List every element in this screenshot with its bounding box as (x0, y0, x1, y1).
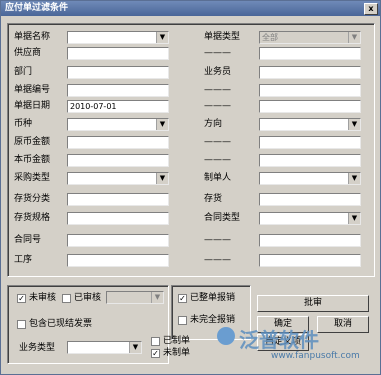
right-field-label-12: ——— (204, 255, 231, 265)
not-made-checkbox[interactable]: ✓ (151, 349, 160, 358)
left-field-input-1[interactable] (67, 47, 169, 60)
right-field-input-11[interactable] (259, 234, 361, 247)
left-field-input-6[interactable] (67, 136, 169, 149)
left-field-label-6: 原币金额 (14, 137, 51, 147)
left-field-label-5: 币种 (14, 119, 33, 129)
left-field-label-2: 部门 (14, 67, 33, 77)
unaudited-label: 未审核 (29, 293, 57, 303)
right-field-label-5: 方向 (204, 119, 223, 129)
right-field-input-4[interactable] (259, 100, 361, 113)
cancel-button[interactable]: 取消 (317, 316, 369, 333)
batch-audit-button[interactable]: 批审 (257, 295, 369, 312)
chevron-down-icon[interactable]: ▼ (348, 213, 360, 224)
biz-type-label: 业务类型 (19, 343, 56, 353)
right-field-input-2[interactable] (259, 66, 361, 79)
left-field-input-3[interactable] (67, 84, 169, 97)
left-field-input-8[interactable]: ▼ (67, 172, 169, 185)
not-made-label: 未制单 (163, 348, 191, 358)
right-field-input-1[interactable] (259, 47, 361, 60)
whole-reimbursed-label: 已整单报销 (190, 293, 236, 303)
made-label: 已制单 (163, 336, 191, 346)
left-field-input-0[interactable]: ▼ (67, 31, 169, 44)
made-checkbox[interactable] (151, 337, 160, 346)
left-field-input-5[interactable]: ▼ (67, 118, 169, 131)
left-field-label-9: 存货分类 (14, 194, 51, 204)
right-field-input-8[interactable]: ▼ (259, 172, 361, 185)
biz-type-combo[interactable]: ▼ (67, 341, 142, 354)
right-field-input-12[interactable] (259, 254, 361, 267)
left-field-value-4: 2010-07-01 (70, 102, 117, 111)
right-field-label-11: ——— (204, 235, 231, 245)
right-field-label-9: 存货 (204, 194, 223, 204)
include-settled-label: 包含已现结发票 (29, 319, 93, 329)
right-field-input-5[interactable]: ▼ (259, 118, 361, 131)
right-field-input-7[interactable] (259, 154, 361, 167)
chevron-down-icon: ▼ (151, 292, 163, 303)
right-field-input-6[interactable] (259, 136, 361, 149)
fanpu-logo-icon (217, 327, 235, 345)
right-field-label-7: ——— (204, 155, 231, 165)
include-settled-checkbox[interactable] (17, 320, 26, 329)
left-field-input-7[interactable] (67, 154, 169, 167)
left-field-label-11: 合同号 (14, 235, 42, 245)
left-field-label-10: 存货规格 (14, 213, 51, 223)
right-field-input-3[interactable] (259, 84, 361, 97)
right-field-input-10[interactable]: ▼ (259, 212, 361, 225)
chevron-down-icon[interactable]: ▼ (156, 119, 168, 130)
left-field-input-4[interactable]: 2010-07-01 (67, 100, 169, 113)
audited-label: 已审核 (74, 293, 102, 303)
whole-reimbursed-checkbox[interactable]: ✓ (178, 294, 187, 303)
chevron-down-icon[interactable]: ▼ (348, 119, 360, 130)
right-field-label-8: 制单人 (204, 173, 232, 183)
left-field-input-12[interactable] (67, 254, 169, 267)
audited-combo: ▼ (106, 291, 164, 304)
chevron-down-icon[interactable]: ▼ (156, 32, 168, 43)
left-field-label-1: 供应商 (14, 48, 42, 58)
right-field-label-3: ——— (204, 85, 231, 95)
watermark-text: 泛普软件 (239, 328, 319, 352)
right-field-label-6: ——— (204, 137, 231, 147)
left-field-input-9[interactable] (67, 193, 169, 206)
right-field-value-0: 全部 (262, 33, 278, 42)
close-icon[interactable]: x (364, 3, 378, 15)
dialog-title: 应付单过滤条件 (5, 3, 69, 13)
right-field-label-1: ——— (204, 48, 231, 58)
right-field-label-10: 合同类型 (204, 213, 241, 223)
unaudited-checkbox[interactable]: ✓ (17, 294, 26, 303)
filter-dialog: 应付单过滤条件 x 单据名称 ▼ 供应商部门单据编号单据日期 2010-07-01 币种… (0, 0, 381, 375)
left-field-label-12: 工序 (14, 255, 33, 265)
chevron-down-icon[interactable]: ▼ (156, 173, 168, 184)
audited-checkbox[interactable] (62, 294, 71, 303)
left-field-input-11[interactable] (67, 234, 169, 247)
right-field-label-4: ——— (204, 101, 231, 111)
right-field-input-0: 全部 ▼ (259, 31, 361, 44)
right-field-label-0: 单据类型 (204, 32, 241, 42)
left-field-label-7: 本币金额 (14, 155, 51, 165)
left-field-input-2[interactable] (67, 66, 169, 79)
dialog-titlebar: 应付单过滤条件 x (1, 1, 380, 16)
left-field-input-10[interactable] (67, 212, 169, 225)
chevron-down-icon[interactable]: ▼ (348, 173, 360, 184)
left-field-label-4: 单据日期 (14, 101, 51, 111)
watermark-url: www.fanpusoft.com (271, 351, 360, 361)
left-field-label-3: 单据编号 (14, 85, 51, 95)
not-fully-reimbursed-checkbox[interactable] (178, 316, 187, 325)
chevron-down-icon[interactable]: ▼ (348, 32, 360, 43)
right-field-label-2: 业务员 (204, 67, 232, 77)
not-fully-reimbursed-label: 未完全报销 (190, 315, 236, 325)
chevron-down-icon: ▼ (129, 342, 141, 353)
right-field-input-9[interactable] (259, 193, 361, 206)
left-field-label-8: 采购类型 (14, 173, 51, 183)
left-field-label-0: 单据名称 (14, 32, 51, 42)
